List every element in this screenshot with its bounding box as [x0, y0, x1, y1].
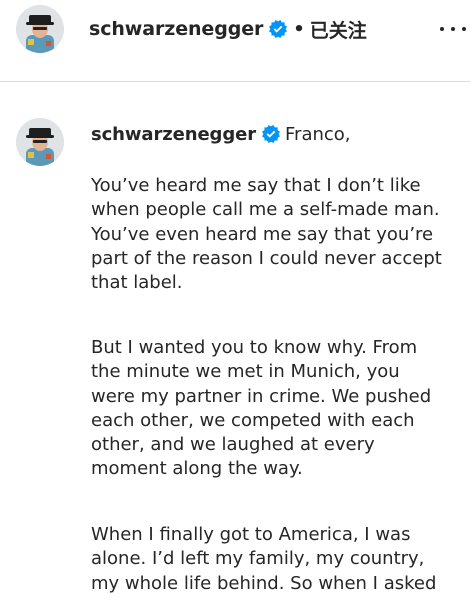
caption-line: my whole life behind. So when I asked: [91, 572, 437, 594]
caption-avatar[interactable]: [16, 118, 64, 166]
verified-badge-icon: [262, 125, 281, 143]
caption-line: each other, we competed with each: [91, 409, 415, 431]
caption-line: You’ve even heard me say that you’re: [91, 223, 434, 245]
caption-line: that label.: [91, 272, 183, 294]
more-options-icon[interactable]: [440, 18, 466, 40]
caption-line: You’ve heard me say that I don’t like: [91, 175, 421, 196]
caption-line: were my partner in crime. We pushed: [91, 385, 432, 407]
caption-line: moment along the way.: [91, 458, 303, 480]
avatar-image: [16, 5, 64, 53]
separator-dot: •: [293, 18, 305, 40]
verified-badge-icon: [269, 20, 288, 38]
header-user-row: schwarzenegger • 已关注: [89, 14, 367, 44]
caption-paragraph: You’ve heard me say that I don’t like wh…: [91, 174, 467, 295]
caption-username[interactable]: schwarzenegger: [91, 124, 256, 145]
header-username[interactable]: schwarzenegger: [89, 18, 263, 40]
caption-user-row: schwarzenegger Franco,: [91, 120, 351, 148]
post-header: schwarzenegger • 已关注: [0, 0, 470, 82]
caption-line: alone. I’d left my family, my country,: [91, 548, 425, 570]
caption-line: When I finally got to America, I was: [91, 524, 411, 545]
caption-line: part of the reason I could never accept: [91, 247, 442, 269]
profile-avatar[interactable]: [16, 5, 64, 53]
caption-line: But I wanted you to know why. From: [91, 337, 418, 358]
caption-paragraph: When I finally got to America, I was alo…: [91, 523, 467, 596]
following-button[interactable]: 已关注: [310, 16, 367, 43]
caption-greeting: Franco,: [285, 123, 351, 145]
caption-line: other, and we laughed at every: [91, 434, 375, 456]
more-dot: [462, 27, 466, 31]
caption-paragraph: But I wanted you to know why. From the m…: [91, 336, 467, 482]
more-dot: [440, 27, 444, 31]
caption-line: when people call me a self-made man.: [91, 199, 440, 221]
more-dot: [451, 27, 455, 31]
avatar-image: [16, 118, 64, 166]
caption-line: the minute we met in Munich, you: [91, 361, 400, 383]
